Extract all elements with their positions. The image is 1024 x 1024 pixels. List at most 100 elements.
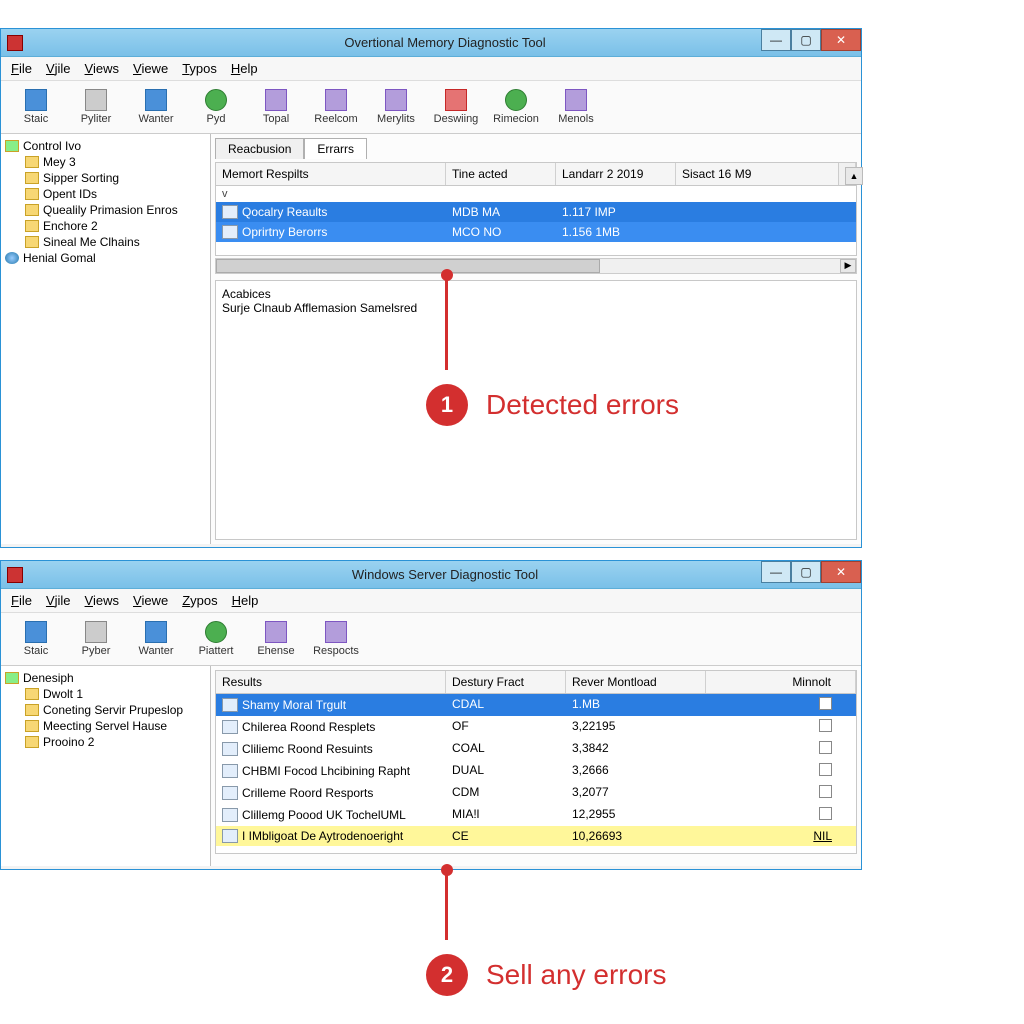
table-row[interactable]: Clillemg Poood UK TochelUMLMIA!l12,2955 — [216, 804, 856, 826]
checkbox[interactable] — [819, 785, 832, 798]
tree-item[interactable]: Meecting Servel Hause — [3, 718, 208, 734]
tree-label: Meecting Servel Hause — [43, 719, 167, 733]
maximize-button[interactable]: ▢ — [791, 561, 821, 583]
callout-number-badge: 1 — [426, 384, 468, 426]
tool-menols[interactable]: Menols — [547, 84, 605, 130]
minimize-button[interactable]: — — [761, 561, 791, 583]
cell: 3,2666 — [566, 760, 706, 782]
tool-topal[interactable]: Topal — [247, 84, 305, 130]
tree-root[interactable]: Control Ivo — [3, 138, 208, 154]
tab-errarrs[interactable]: Errarrs — [304, 138, 367, 159]
toolbar: Staic Pyliter WanterPydTopalReelcomMerylit… — [1, 81, 861, 134]
menu-views[interactable]: Views — [85, 593, 119, 608]
tree-item[interactable]: Quealily Primasion Enros — [3, 202, 208, 218]
col-minnolt[interactable]: Minnolt — [706, 671, 856, 693]
col-rever-montload[interactable]: Rever Montload — [566, 671, 706, 693]
tree-view[interactable]: DenesiphDwolt 1Coneting Servir Prupeslop… — [1, 666, 211, 866]
maximize-button[interactable]: ▢ — [791, 29, 821, 51]
table-row[interactable]: Crilleme Roord ResportsCDM3,2077 — [216, 782, 856, 804]
table-row[interactable]: I IMbligoat De AytrodenoerightCE10,26693… — [216, 826, 856, 846]
tool-reelcom[interactable]: Reelcom — [307, 84, 365, 130]
scroll-up-icon[interactable]: ▲ — [845, 167, 863, 185]
table-row[interactable]: CHBMI Focod Lhcibining RaphtDUAL3,2666 — [216, 760, 856, 782]
tool-merylits[interactable]: Merylits — [367, 84, 425, 130]
horizontal-scrollbar[interactable]: ▶ — [215, 258, 857, 274]
checkbox[interactable] — [819, 719, 832, 732]
list-header: Memort Respilts Tine acted Landarr 2 201… — [215, 162, 857, 186]
tool-wanter[interactable]: Wanter — [127, 616, 185, 662]
callout-dot — [441, 864, 453, 876]
tool-piattert[interactable]: Piattert — [187, 616, 245, 662]
tool-staic[interactable]: Staic — [7, 616, 65, 662]
folder-icon — [5, 140, 19, 152]
folder-icon — [25, 188, 39, 200]
results-list[interactable]: Shamy Moral TrgultCDAL1.MBChilerea Roond… — [215, 694, 857, 854]
col-tine-acted[interactable]: Tine acted — [446, 163, 556, 185]
table-row[interactable]: Qocalry ReaultsMDB MA1.117 IMP — [216, 202, 856, 222]
menu-vjile[interactable]: Vjile — [46, 61, 71, 76]
tree-view[interactable]: Control IvoMey 3Sipper SortingOpent IDsQ… — [1, 134, 211, 544]
close-button[interactable]: ✕ — [821, 29, 861, 51]
tool-ehense[interactable]: Ehense — [247, 616, 305, 662]
cell: Cliliemc Roond Resuints — [216, 738, 446, 760]
tool-pyd[interactable]: Pyd — [187, 84, 245, 130]
tree-item[interactable]: Dwolt 1 — [3, 686, 208, 702]
checkbox[interactable] — [819, 741, 832, 754]
col-memort-respilts[interactable]: Memort Respilts — [216, 163, 446, 185]
tree-label: Dwolt 1 — [43, 687, 83, 701]
checkbox[interactable] — [819, 763, 832, 776]
menu-zypos[interactable]: Zypos — [182, 593, 217, 608]
tool-label: Pyliter — [81, 113, 112, 125]
tab-reacbusion[interactable]: Reacbusion — [215, 138, 304, 159]
tree-item[interactable]: Enchore 2 — [3, 218, 208, 234]
menu-typos[interactable]: Typos — [182, 61, 217, 76]
cell: DUAL — [446, 760, 566, 782]
tree-item[interactable]: Prooino 2 — [3, 734, 208, 750]
cell: 10,26693 — [566, 826, 706, 846]
col-destury-fract[interactable]: Destury Fract — [446, 671, 566, 693]
cell: OF — [446, 716, 566, 738]
tree-item[interactable]: Sipper Sorting — [3, 170, 208, 186]
titlebar: Overtional Memory Diagnostic Tool — ▢ ✕ — [1, 29, 861, 57]
menu-help[interactable]: Help — [232, 593, 259, 608]
tree-item[interactable]: Coneting Servir Prupeslop — [3, 702, 208, 718]
tree-root[interactable]: Denesiph — [3, 670, 208, 686]
col-results[interactable]: Results — [216, 671, 446, 693]
scroll-thumb[interactable] — [216, 259, 600, 273]
col-landarr[interactable]: Landarr 2 2019 — [556, 163, 676, 185]
menu-file[interactable]: File — [11, 593, 32, 608]
close-button[interactable]: ✕ — [821, 561, 861, 583]
callout-2: 2 Sell any errors — [445, 870, 667, 996]
col-sisact[interactable]: Sisact 16 M9 — [676, 163, 856, 185]
menu-viewe[interactable]: Viewe — [133, 593, 168, 608]
tool-respocts[interactable]: Respocts — [307, 616, 365, 662]
checkbox[interactable] — [819, 807, 832, 820]
tool-wanter[interactable]: Wanter — [127, 84, 185, 130]
tool-staic[interactable]: Staic — [7, 84, 65, 130]
tree-globe-item[interactable]: Henial Gomal — [3, 250, 208, 266]
table-row[interactable]: Shamy Moral TrgultCDAL1.MB — [216, 694, 856, 716]
menu-file[interactable]: File — [11, 61, 32, 76]
results-list[interactable]: vQocalry ReaultsMDB MA1.117 IMPOprirtny … — [215, 186, 857, 256]
vertical-scrollbar[interactable]: ▲ — [838, 163, 856, 185]
tool-pyber[interactable]: Pyber — [67, 616, 125, 662]
table-row[interactable]: Chilerea Roond RespletsOF3,22195 — [216, 716, 856, 738]
menu-help[interactable]: Help — [231, 61, 258, 76]
minimize-button[interactable]: — — [761, 29, 791, 51]
checkbox[interactable] — [819, 697, 832, 710]
table-row[interactable]: Cliliemc Roond ResuintsCOAL3,3842 — [216, 738, 856, 760]
scroll-right-icon[interactable]: ▶ — [840, 259, 856, 273]
tool-deswiing[interactable]: Deswiing — [427, 84, 485, 130]
tree-label: Prooino 2 — [43, 735, 94, 749]
topal-icon — [265, 89, 287, 111]
table-row[interactable]: Oprirtny BerorrsMCO NO1.156 1MB — [216, 222, 856, 242]
menu-viewe[interactable]: Viewe — [133, 61, 168, 76]
tree-item[interactable]: Sineal Me Clhains — [3, 234, 208, 250]
menu-views[interactable]: Views — [85, 61, 119, 76]
tool-rimecion[interactable]: Rimecion — [487, 84, 545, 130]
tree-item[interactable]: Opent IDs — [3, 186, 208, 202]
menu-vjile[interactable]: Vjile — [46, 593, 71, 608]
tool-pyliter[interactable]: Pyliter — [67, 84, 125, 130]
tool-label: Rimecion — [493, 113, 539, 125]
tree-item[interactable]: Mey 3 — [3, 154, 208, 170]
